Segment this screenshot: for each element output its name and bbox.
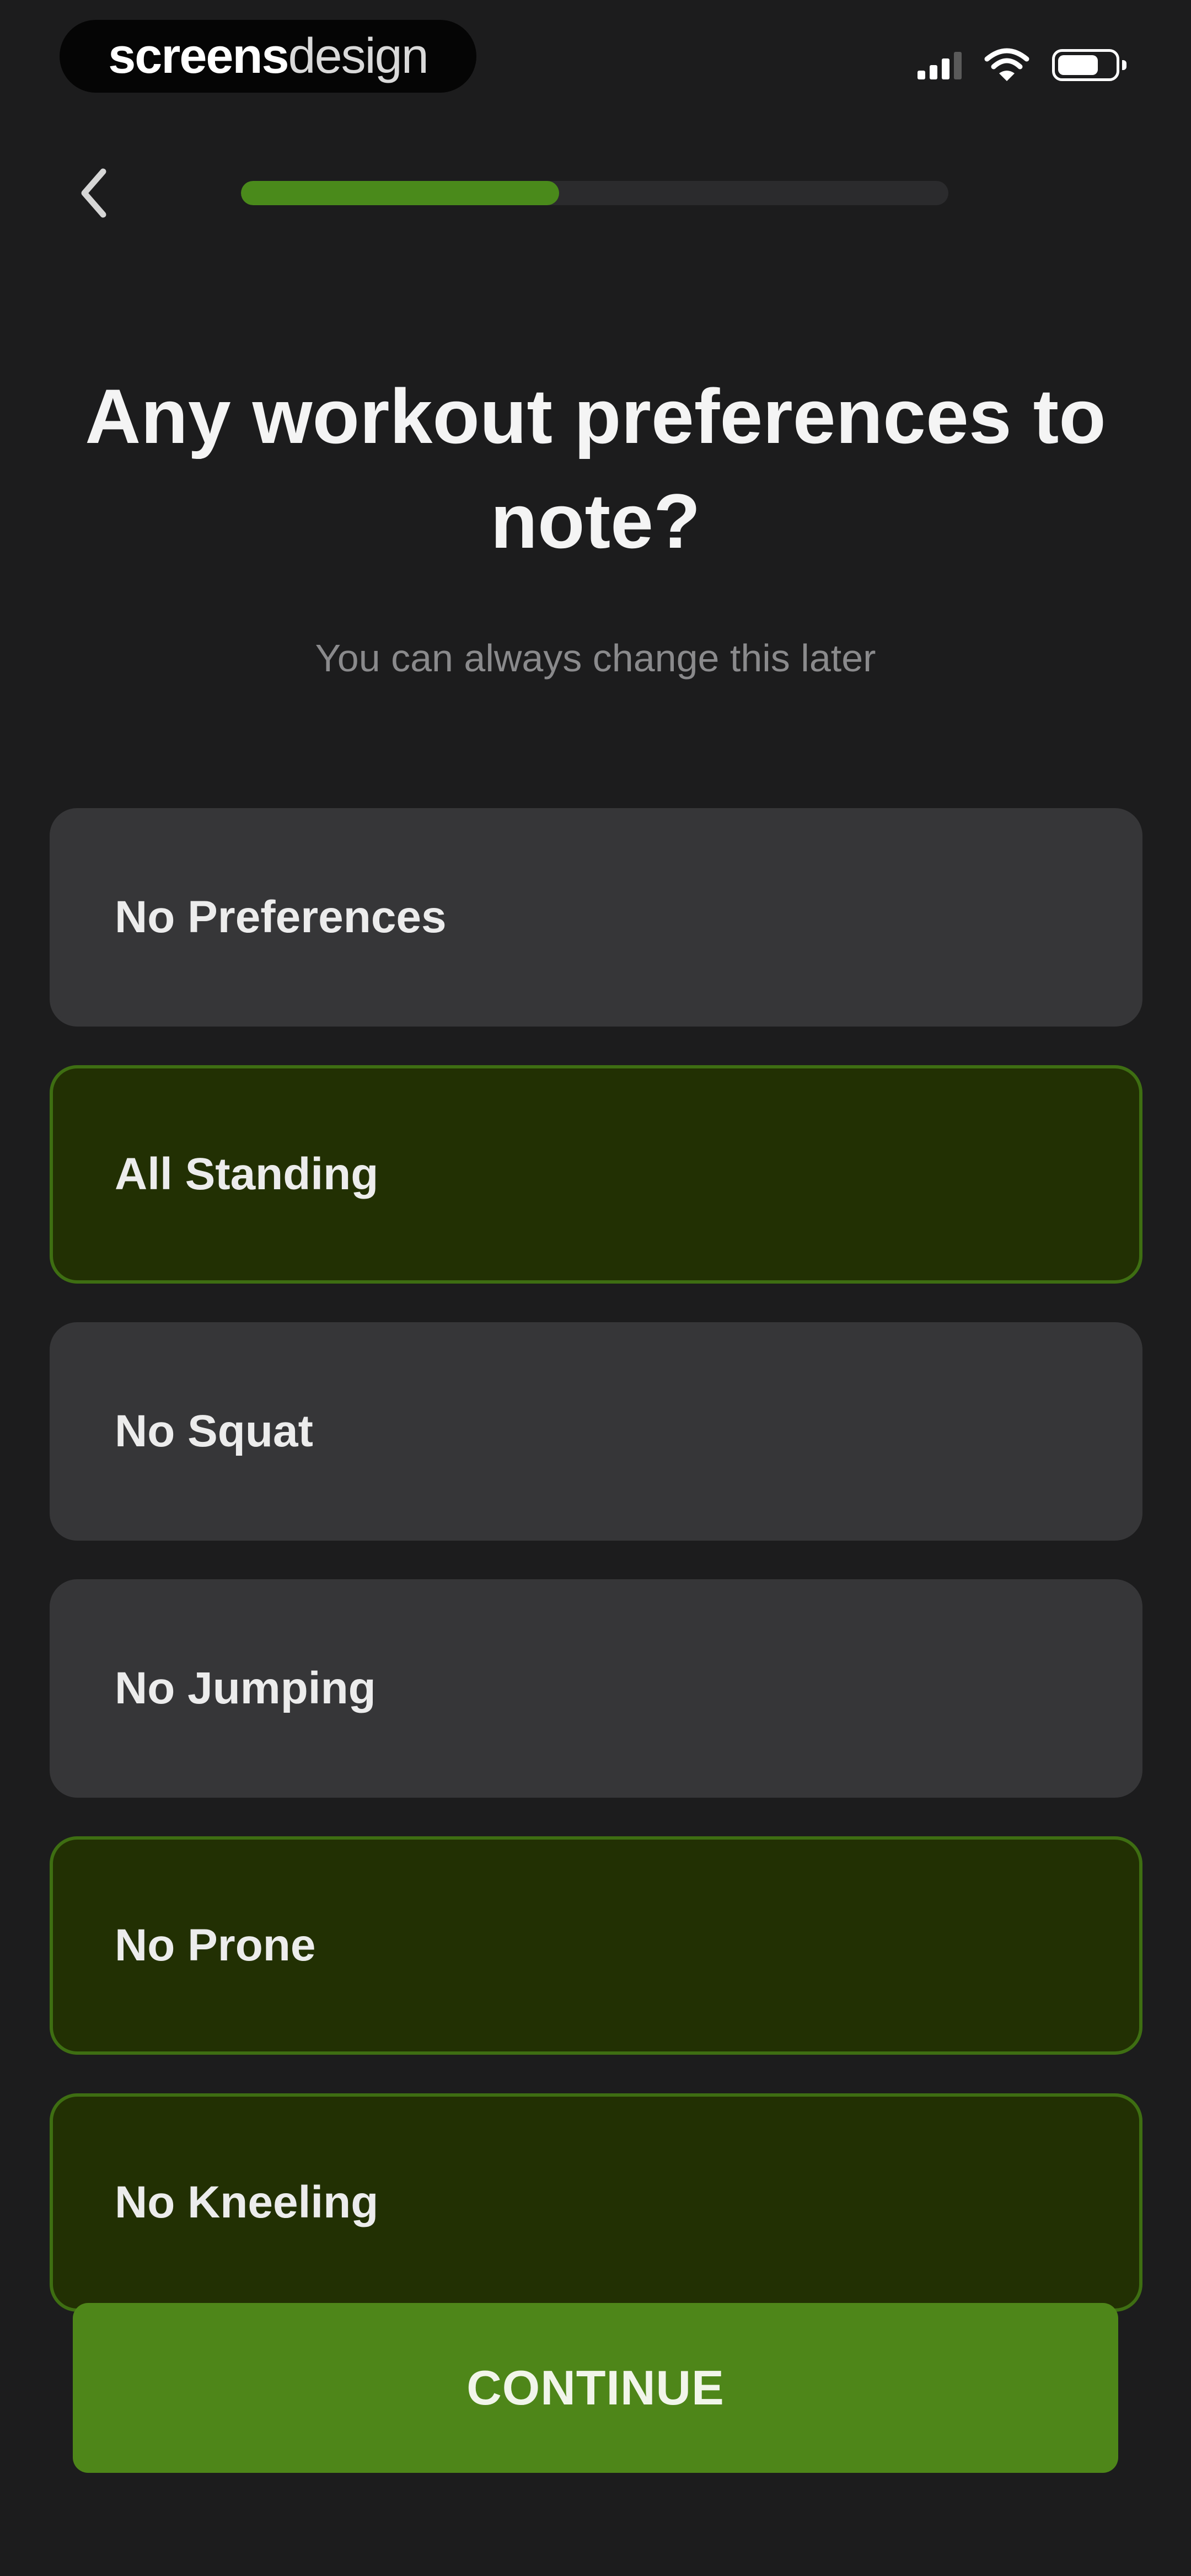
onboarding-screen: screens design Any workout preferences to… [0,0,1191,2576]
chevron-left-icon [81,168,106,218]
option-no-jumping[interactable]: No Jumping [50,1579,1142,1798]
continue-button[interactable]: CONTINUE [73,2303,1118,2473]
option-no-kneeling[interactable]: No Kneeling [50,2093,1142,2312]
progress-fill [241,181,560,205]
watermark-part-2: design [288,28,429,84]
wifi-icon [984,48,1029,81]
screensdesign-watermark: screens design [60,20,476,93]
back-button[interactable] [61,154,127,232]
preference-options: No Preferences All Standing No Squat No … [50,808,1142,2350]
battery-icon [1052,49,1126,81]
progress-bar [241,181,948,205]
page-title: Any workout preferences to note? [85,373,1106,564]
option-all-standing[interactable]: All Standing [50,1065,1142,1284]
option-no-prone[interactable]: No Prone [50,1836,1142,2055]
option-label: No Squat [115,1406,313,1456]
watermark-part-1: screens [108,28,289,84]
page-subtitle: You can always change this later [315,637,876,680]
option-label: All Standing [115,1149,379,1199]
option-label: No Kneeling [115,2177,379,2227]
signal-icon [918,51,962,79]
option-label: No Preferences [115,892,447,942]
status-icons [918,43,1126,87]
option-label: No Prone [115,1920,316,1970]
option-no-squat[interactable]: No Squat [50,1322,1142,1541]
option-no-preferences[interactable]: No Preferences [50,808,1142,1027]
option-label: No Jumping [115,1663,376,1713]
